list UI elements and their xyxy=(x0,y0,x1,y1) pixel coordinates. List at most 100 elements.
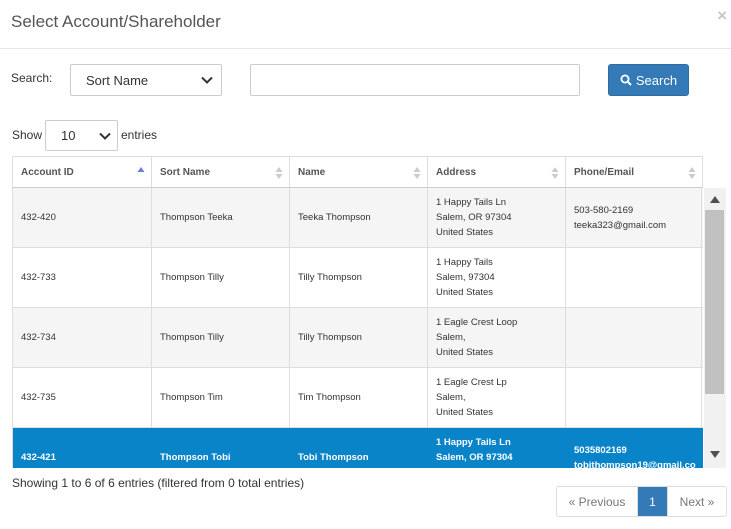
table-row[interactable]: 432-420 Thompson Teeka Teeka Thompson 1 Hap… xyxy=(13,188,703,248)
sort-field-select[interactable]: Sort Name xyxy=(70,64,222,96)
account-id-cell: 432-420 xyxy=(13,188,152,247)
next-page-button[interactable]: Next » xyxy=(668,487,726,516)
scroll-thumb[interactable] xyxy=(705,210,724,394)
previous-page-button[interactable]: « Previous xyxy=(557,487,638,516)
chevron-down-icon xyxy=(99,132,111,140)
account-id-cell: 432-735 xyxy=(13,368,152,427)
sort-both-icon xyxy=(688,167,696,179)
scroll-down-icon[interactable] xyxy=(710,451,720,458)
page-length-value: 10 xyxy=(61,128,76,143)
show-label: Show xyxy=(12,128,43,142)
search-input[interactable] xyxy=(250,64,580,96)
contact-cell xyxy=(566,248,702,307)
address-cell: 1 Happy Tails Salem, 97304 United States xyxy=(428,248,566,307)
address-cell: 1 Eagle Crest Lp Salem, United States xyxy=(428,368,566,427)
cell-text: 5035802169 xyxy=(574,444,627,456)
cell-text: Tilly Thompson xyxy=(298,332,362,343)
sort-both-icon xyxy=(413,167,421,179)
cell-text: 1 Happy Tails Ln xyxy=(436,437,511,448)
sort-field-value: Sort Name xyxy=(86,73,149,88)
pagination: « Previous 1 Next » xyxy=(556,486,727,517)
search-button[interactable]: Search xyxy=(608,64,689,96)
search-icon xyxy=(620,74,632,86)
column-header-address[interactable]: Address xyxy=(428,157,566,187)
dialog-header: Select Account/Shareholder × xyxy=(0,0,731,49)
table-header: Account ID Sort Name Name Address Phone/… xyxy=(12,156,703,188)
cell-text: 1 Eagle Crest Lp xyxy=(436,377,507,388)
scroll-up-icon[interactable] xyxy=(710,196,720,203)
page-length-select[interactable]: 10 xyxy=(45,120,118,151)
column-header-account-id[interactable]: Account ID xyxy=(13,157,152,187)
column-header-phone-email[interactable]: Phone/Email xyxy=(566,157,702,187)
contact-cell: 5035802169 tobithompson19@gmail.co xyxy=(566,428,702,468)
cell-text: Salem, xyxy=(436,332,466,343)
cell-text: United States xyxy=(436,465,557,468)
account-id-cell: 432-734 xyxy=(13,308,152,367)
column-header-sort-name[interactable]: Sort Name xyxy=(152,157,290,187)
table-body: 432-420 Thompson Teeka Teeka Thompson 1 Hap… xyxy=(12,188,703,468)
cell-text: Tim Thompson xyxy=(298,392,361,403)
cell-text: Tilly Thompson xyxy=(298,272,362,283)
table-info: Showing 1 to 6 of 6 entries (filtered fr… xyxy=(12,476,305,490)
dialog-title: Select Account/Shareholder xyxy=(11,12,221,31)
cell-text: Thompson Tilly xyxy=(160,332,224,343)
account-id-cell: 432-733 xyxy=(13,248,152,307)
name-cell: Tobi Thompson xyxy=(290,428,428,468)
sort-asc-icon xyxy=(137,167,145,172)
address-cell: 1 Eagle Crest Loop Salem, United States xyxy=(428,308,566,367)
contact-cell: 503-580-2169 teeka323@gmail.com xyxy=(566,188,702,247)
sort-name-cell: Thompson Tilly xyxy=(152,248,290,307)
name-cell: Tilly Thompson xyxy=(290,248,428,307)
cell-text: 1 Eagle Crest Loop xyxy=(436,317,518,328)
cell-text: United States xyxy=(436,407,494,418)
cell-text: Thompson Tilly xyxy=(160,272,224,283)
cell-text: Teeka Thompson xyxy=(298,212,371,223)
column-header-label: Name xyxy=(298,167,326,178)
cell-text: teeka323@gmail.com xyxy=(574,219,667,231)
cell-text: United States xyxy=(436,287,494,298)
cell-text: Tobi Thompson xyxy=(298,452,369,463)
cell-text: Salem, 97304 xyxy=(436,272,495,283)
cell-text: 432-420 xyxy=(21,212,56,223)
contact-cell xyxy=(566,368,702,427)
table-row[interactable]: 432-735 Thompson Tim Tim Thompson 1 Eagle C… xyxy=(13,368,703,428)
sort-name-cell: Thompson Tobi xyxy=(152,428,290,468)
sort-name-cell: Thompson Teeka xyxy=(152,188,290,247)
cell-text: 432-733 xyxy=(21,272,56,283)
address-cell: 1 Happy Tails Ln Salem, OR 97304 United St… xyxy=(428,428,566,468)
column-header-label: Sort Name xyxy=(160,167,211,178)
cell-text: United States xyxy=(436,227,494,238)
cell-text: Thompson Tobi xyxy=(160,452,231,463)
column-header-label: Address xyxy=(436,167,477,178)
close-icon[interactable]: × xyxy=(717,6,727,26)
name-cell: Tilly Thompson xyxy=(290,308,428,367)
table-row[interactable]: 432-421 Thompson Tobi Tobi Thompson 1 Happy… xyxy=(13,428,703,468)
name-cell: Tim Thompson xyxy=(290,368,428,427)
cell-text: 432-734 xyxy=(21,332,56,343)
cell-text: Salem, xyxy=(436,392,466,403)
sort-both-icon xyxy=(275,167,283,179)
contact-cell xyxy=(566,308,702,367)
search-button-label: Search xyxy=(635,72,678,88)
chevron-down-icon xyxy=(201,76,213,84)
table-row[interactable]: 432-734 Thompson Tilly Tilly Thompson 1 Eag… xyxy=(13,308,703,368)
cell-text: Thompson Tim xyxy=(160,392,223,403)
cell-text: 432-735 xyxy=(21,392,56,403)
address-cell: 1 Happy Tails Ln Salem, OR 97304 United St… xyxy=(428,188,566,247)
search-label: Search: xyxy=(11,71,53,85)
page-1-button[interactable]: 1 xyxy=(638,487,668,516)
sort-both-icon xyxy=(551,167,559,179)
sort-name-cell: Thompson Tilly xyxy=(152,308,290,367)
cell-text: Thompson Teeka xyxy=(160,212,233,223)
cell-text: tobithompson19@gmail.co xyxy=(574,459,696,469)
sort-name-cell: Thompson Tim xyxy=(152,368,290,427)
cell-text: 503-580-2169 xyxy=(574,204,634,216)
column-header-label: Phone/Email xyxy=(574,167,635,178)
table-scrollbar[interactable] xyxy=(704,188,726,468)
cell-text: 1 Happy Tails Ln xyxy=(436,197,507,208)
column-header-name[interactable]: Name xyxy=(290,157,428,187)
cell-text: 1 Happy Tails xyxy=(436,257,493,268)
entries-label: entries xyxy=(121,128,158,142)
table-row[interactable]: 432-733 Thompson Tilly Tilly Thompson 1 Hap… xyxy=(13,248,703,308)
cell-text: United States xyxy=(436,347,494,358)
